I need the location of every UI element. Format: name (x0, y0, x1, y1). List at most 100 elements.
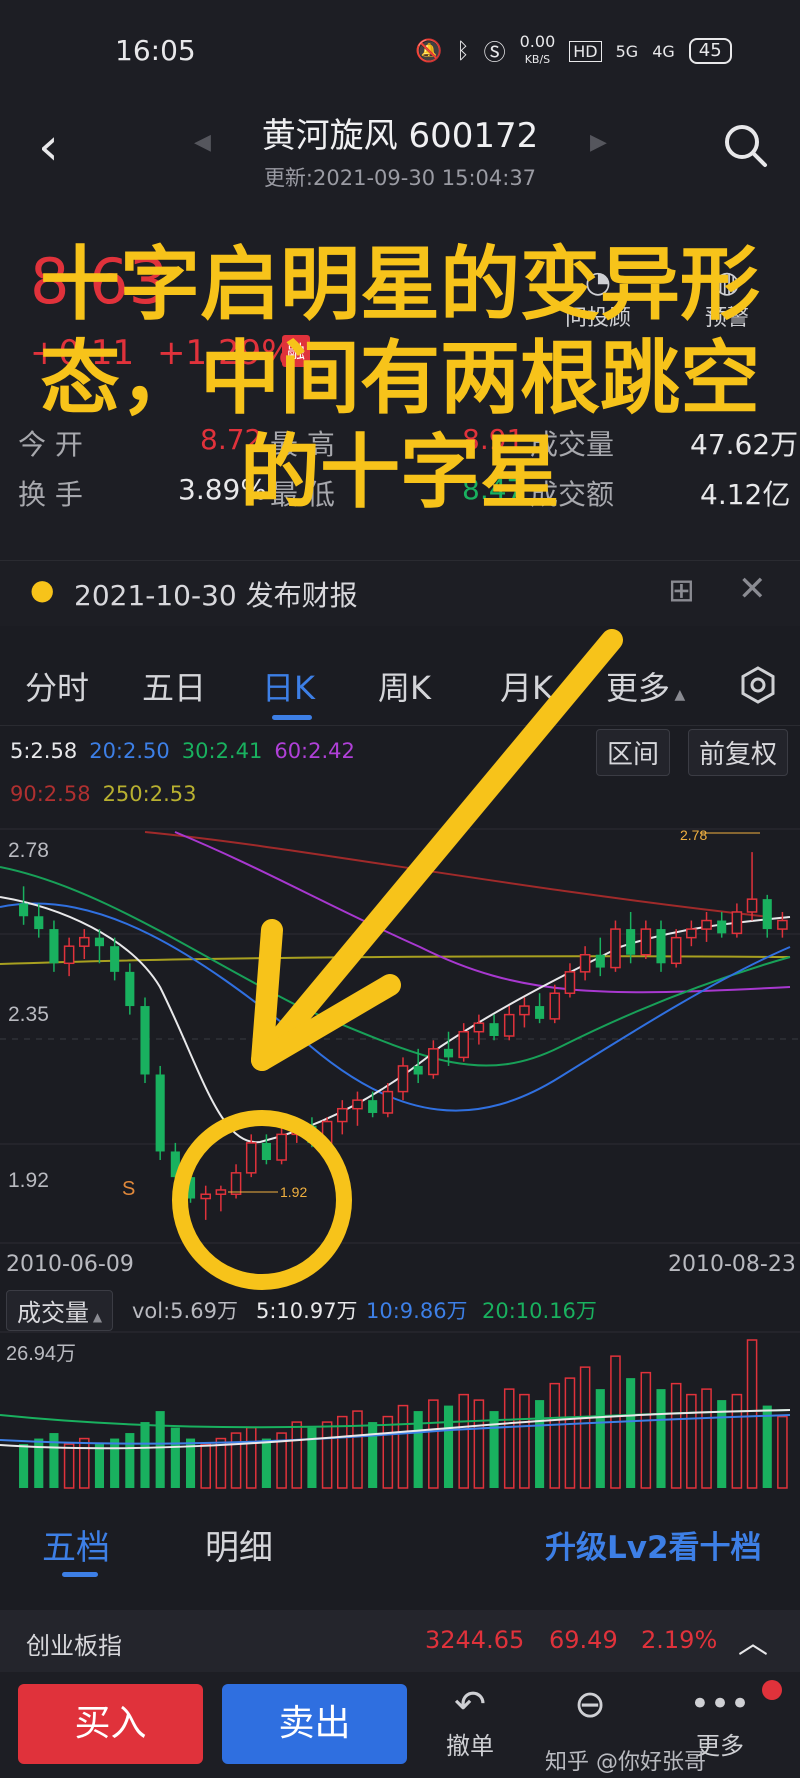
tab-five-day[interactable]: 五日 (142, 663, 206, 709)
s-marker: S (122, 1178, 135, 1200)
minus-circle-button[interactable]: ⊖ (560, 1682, 620, 1726)
candle (140, 997, 150, 1084)
buy-button[interactable]: 买入 (18, 1684, 203, 1764)
margin-badge: 融 (282, 335, 310, 367)
candle (125, 963, 135, 1015)
tab-day-k[interactable]: 日K (262, 663, 315, 709)
index-pct: 2.19% (641, 1626, 718, 1654)
alert-button[interactable]: ◍ 预警 (705, 265, 749, 332)
earnings-notice[interactable]: ● 2021-10-30 发布财报 ⊞ ✕ (0, 560, 800, 626)
candle-body (564, 971, 576, 994)
tab-five-levels[interactable]: 五档 (42, 1520, 110, 1569)
advisor-label: 问投顾 (565, 306, 632, 331)
volume-indicator-button[interactable]: 成交量 ▲ (6, 1290, 114, 1331)
candle (489, 1014, 499, 1041)
current-price: 8.63 (30, 245, 169, 318)
stock-header: ‹ ◀ 黄河旋风 600172 ▶ 更新:2021-09-30 15:04:37 (0, 100, 800, 205)
index-change: 69.49 (549, 1626, 618, 1654)
volume-bar (656, 1389, 666, 1488)
vol-ma20: 20:10.16万 (482, 1299, 597, 1323)
bluetooth-icon: ᛒ (456, 38, 470, 64)
volume-bar (731, 1393, 743, 1489)
volume-bar (535, 1400, 545, 1488)
volume-bar (443, 1405, 454, 1488)
signal-5g-icon: 5G (615, 41, 639, 61)
cancel-order-button[interactable]: ↶ 撤单 (440, 1682, 500, 1761)
bottom-action-bar: 买入 卖出 ↶ 撤单 ⊖ ••• 更多 知乎 @你好张哥 (0, 1672, 800, 1778)
volume-bar (579, 1366, 591, 1489)
range-button[interactable]: 区间 (596, 729, 671, 776)
upgrade-lv2-link[interactable]: 升级Lv2看十档 (545, 1522, 762, 1567)
candle-body (19, 903, 29, 917)
ma250-label: 250:2.53 (102, 782, 197, 806)
candle (519, 997, 530, 1028)
next-stock-icon[interactable]: ▶ (590, 130, 607, 155)
candle-body (579, 953, 591, 973)
candle (701, 911, 712, 942)
volume-bar (549, 1382, 561, 1489)
ma60-label: 60:2.42 (274, 739, 355, 763)
price-change: +0.11 +1.29% (30, 333, 294, 373)
candle-body (291, 1125, 303, 1136)
sell-button[interactable]: 卖出 (222, 1684, 407, 1764)
settings-hex-icon[interactable] (738, 665, 778, 705)
high-label: 最 高 (270, 428, 335, 461)
tab-more[interactable]: 更多 ▲ (606, 663, 685, 709)
volume-bar (63, 1443, 75, 1489)
advisor-button[interactable]: ◔ 问投顾 (565, 265, 631, 332)
tab-details[interactable]: 明细 (205, 1520, 273, 1569)
candle-body (549, 992, 561, 1020)
candle-body (458, 1030, 470, 1059)
candle-body (230, 1172, 242, 1195)
volume-chart: 26.94万 (0, 1331, 800, 1489)
candles (19, 852, 788, 1220)
candle-body (140, 1006, 150, 1075)
candle-body (626, 929, 636, 955)
tab-week-k[interactable]: 周K (378, 663, 431, 709)
forward-adjust-button[interactable]: 前复权 (688, 729, 789, 776)
index-bar[interactable]: 创业板指 3244.65 69.49 2.19% ︿ (0, 1610, 800, 1672)
candle (276, 1125, 287, 1165)
candle (579, 946, 591, 981)
candle-body (78, 936, 90, 947)
lightbulb-icon: ● (30, 573, 55, 606)
status-time: 16:05 (115, 34, 196, 67)
candle (291, 1117, 303, 1143)
candle (640, 920, 652, 960)
ma20-label: 20:2.50 (89, 739, 170, 763)
candle-body (503, 1013, 515, 1037)
turnover-value: 3.89% (178, 473, 267, 506)
volume-bar (261, 1438, 271, 1488)
close-icon[interactable]: ✕ (738, 569, 767, 609)
candle-body (170, 1151, 180, 1178)
candle (670, 929, 682, 968)
index-name: 创业板指 (26, 1632, 122, 1660)
candle-body (94, 937, 105, 947)
tab-month-k[interactable]: 月K (500, 663, 553, 709)
candle-body (200, 1193, 212, 1200)
tab-intraday[interactable]: 分时 (25, 663, 89, 709)
more-dots-icon: ••• (689, 1684, 751, 1724)
volume-bar (368, 1422, 378, 1488)
candle (535, 993, 545, 1024)
volume-header: 成交量 ▲ vol:5.69万 5:10.97万 10:9.86万 20:10.… (0, 1290, 800, 1331)
volume-bar (78, 1437, 90, 1489)
volume-bar (125, 1433, 135, 1488)
volume-bar (155, 1411, 165, 1488)
kline-chart[interactable]: 2.78 2.35 1.92 S 2.78 1.92 (0, 827, 800, 1245)
ma-legend: 5:2.58 20:2.50 30:2.41 60:2.42 90:2.58 2… (0, 727, 800, 827)
volume-bar (746, 1339, 758, 1489)
candle (352, 1091, 363, 1126)
high-value: 8.91 (462, 423, 525, 456)
candle-body (428, 1048, 439, 1076)
volume-bar (458, 1393, 470, 1489)
search-icon[interactable] (722, 122, 768, 168)
low-label: 最 低 (270, 478, 335, 511)
volume-bar (519, 1393, 530, 1489)
change-value: +0.11 (30, 333, 135, 373)
calendar-add-icon[interactable]: ⊞ (668, 571, 695, 609)
candle-body (762, 899, 772, 930)
candle (595, 937, 605, 977)
chevron-up-icon[interactable]: ︿ (738, 1618, 768, 1662)
volume-bar (200, 1443, 212, 1489)
